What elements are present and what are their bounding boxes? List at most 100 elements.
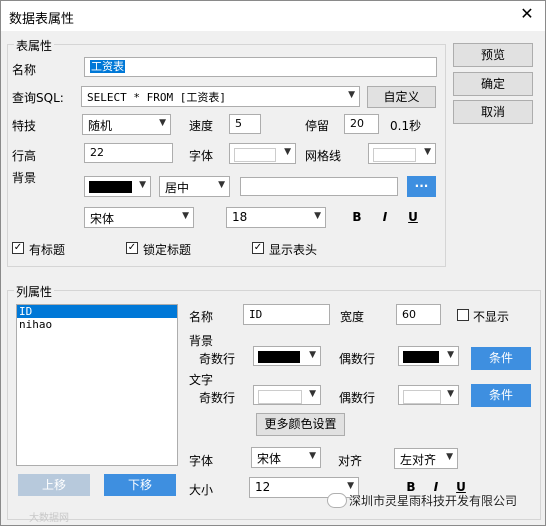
background-label: 背景: [12, 171, 37, 185]
chevron-down-icon: ▼: [348, 90, 355, 100]
chevron-down-icon: ▼: [218, 180, 225, 190]
align-select[interactable]: 居中 ▼: [159, 176, 230, 197]
font-color-select[interactable]: ▼: [229, 143, 296, 164]
effect-value: 随机: [88, 119, 113, 133]
stay-unit: 0.1秒: [390, 119, 422, 133]
list-item[interactable]: nihao: [17, 318, 177, 331]
bg-even-row-label: 偶数行: [339, 352, 376, 366]
underline-button[interactable]: U: [405, 210, 421, 224]
text-even-color-select[interactable]: ▼: [398, 385, 459, 405]
list-item[interactable]: ID: [17, 305, 177, 318]
chevron-down-icon: ▼: [447, 389, 454, 399]
font-color-swatch: [234, 148, 276, 162]
chevron-down-icon: ▼: [309, 350, 316, 360]
has-title-checkbox[interactable]: ✓: [12, 242, 24, 254]
grid-color-swatch: [373, 148, 416, 162]
column-name-input[interactable]: ID: [243, 304, 330, 325]
column-list[interactable]: ID nihao: [16, 304, 178, 466]
text-even-color-swatch: [403, 390, 441, 404]
column-font-value: 宋体: [257, 452, 282, 466]
preview-button[interactable]: 预览: [453, 43, 533, 67]
table-name-value: 工资表: [90, 60, 125, 73]
custom-button[interactable]: 自定义: [367, 86, 436, 108]
align-value: 居中: [165, 181, 190, 195]
bg-condition-button[interactable]: 条件: [471, 347, 531, 370]
stay-input[interactable]: 20: [344, 114, 379, 134]
lock-title-checkbox[interactable]: ✓: [126, 242, 138, 254]
text-odd-color-select[interactable]: ▼: [253, 385, 321, 405]
show-header-label: 显示表头: [269, 243, 318, 257]
background-color-swatch: [89, 181, 132, 193]
table-name-input[interactable]: 工资表: [84, 57, 437, 77]
column-width-label: 宽度: [340, 310, 365, 324]
column-align-value: 左对齐: [400, 453, 437, 467]
chevron-down-icon: ▼: [139, 180, 146, 190]
font-label: 字体: [189, 149, 214, 163]
chevron-down-icon: ▼: [159, 118, 166, 128]
chevron-down-icon: ▼: [309, 389, 316, 399]
show-header-checkbox[interactable]: ✓: [252, 242, 264, 254]
chevron-down-icon: ▼: [284, 147, 291, 157]
font-name-value: 宋体: [90, 212, 115, 226]
column-align-label: 对齐: [338, 454, 363, 468]
move-up-button[interactable]: 上移: [18, 474, 90, 496]
chevron-down-icon: ▼: [314, 211, 321, 221]
chevron-down-icon: ▼: [447, 350, 454, 360]
text-even-row-label: 偶数行: [339, 391, 376, 405]
chevron-down-icon: ▼: [347, 481, 354, 491]
font-size-select[interactable]: 18 ▼: [226, 207, 326, 228]
grid-label: 网格线: [305, 149, 342, 163]
cancel-button[interactable]: 取消: [453, 100, 533, 124]
more-colors-button[interactable]: 更多颜色设置: [256, 413, 345, 436]
table-properties-title: 表属性: [14, 37, 55, 54]
speed-label: 速度: [189, 119, 214, 133]
row-height-input[interactable]: 22: [84, 143, 173, 163]
ok-button[interactable]: 确定: [453, 72, 533, 96]
dialog-window: 数据表属性 ✕ 表属性 名称 工资表 查询SQL: SELECT * FROM …: [0, 0, 546, 526]
column-font-select[interactable]: 宋体 ▼: [251, 447, 321, 468]
bg-odd-row-label: 奇数行: [199, 352, 236, 366]
title-bar: 数据表属性 ✕: [1, 1, 545, 31]
grid-color-select[interactable]: ▼: [368, 143, 436, 164]
query-value: SELECT * FROM [工资表]: [87, 91, 226, 104]
font-name-select[interactable]: 宋体 ▼: [84, 207, 194, 228]
bg-even-color-swatch: [403, 351, 439, 363]
text-condition-button[interactable]: 条件: [471, 384, 531, 407]
italic-button[interactable]: I: [377, 210, 393, 224]
lock-title-label: 锁定标题: [143, 243, 192, 257]
has-title-label: 有标题: [29, 243, 66, 257]
column-width-input[interactable]: 60: [396, 304, 441, 325]
hide-column-label: 不显示: [473, 310, 510, 324]
bg-odd-color-swatch: [258, 351, 300, 363]
column-background-label: 背景: [189, 334, 214, 348]
effect-select[interactable]: 随机 ▼: [82, 114, 171, 135]
wechat-icon: [327, 493, 347, 508]
background-color-select[interactable]: ▼: [84, 176, 151, 197]
chevron-down-icon: ▼: [182, 211, 189, 221]
close-icon[interactable]: ✕: [517, 4, 537, 24]
column-size-value: 12: [255, 480, 271, 494]
speed-input[interactable]: 5: [229, 114, 261, 134]
background-image-input[interactable]: [240, 177, 398, 196]
chevron-down-icon: ▼: [446, 452, 453, 462]
column-properties-title: 列属性: [14, 283, 55, 300]
text-odd-color-swatch: [258, 390, 302, 404]
move-down-button[interactable]: 下移: [104, 474, 176, 496]
effect-label: 特技: [12, 119, 37, 133]
window-title: 数据表属性: [9, 12, 75, 27]
name-label: 名称: [12, 63, 37, 77]
bold-button[interactable]: B: [349, 210, 365, 224]
text-odd-row-label: 奇数行: [199, 391, 236, 405]
chevron-down-icon: ▼: [309, 451, 316, 461]
hide-column-checkbox[interactable]: [457, 309, 469, 321]
row-height-label: 行高: [12, 149, 37, 163]
column-align-select[interactable]: 左对齐 ▼: [394, 448, 458, 469]
bg-odd-color-select[interactable]: ▼: [253, 346, 321, 366]
column-font-label: 字体: [189, 454, 214, 468]
column-text-label: 文字: [189, 373, 214, 387]
column-size-label: 大小: [189, 483, 214, 497]
browse-button[interactable]: ···: [407, 176, 436, 197]
query-combo[interactable]: SELECT * FROM [工资表] ▼: [81, 86, 360, 107]
chevron-down-icon: ▼: [424, 147, 431, 157]
bg-even-color-select[interactable]: ▼: [398, 346, 459, 366]
